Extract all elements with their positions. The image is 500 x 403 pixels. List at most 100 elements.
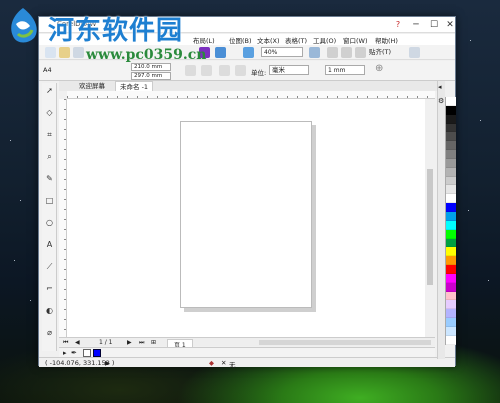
palette-swatch[interactable] bbox=[446, 220, 456, 230]
zoom-level-select[interactable]: 40% bbox=[261, 47, 303, 57]
palette-swatch[interactable] bbox=[446, 211, 456, 221]
menu-table[interactable]: 表格(T) bbox=[285, 35, 307, 45]
portrait-icon[interactable] bbox=[185, 65, 196, 76]
menu-window[interactable]: 窗口(W) bbox=[343, 35, 368, 45]
menu-text[interactable]: 文本(X) bbox=[257, 35, 280, 45]
document-page[interactable] bbox=[180, 121, 312, 308]
palette-swatch[interactable] bbox=[446, 326, 456, 336]
options-icon[interactable] bbox=[409, 47, 420, 58]
add-page-icon[interactable]: ⊞ bbox=[151, 339, 156, 346]
zoom-icon[interactable] bbox=[309, 47, 320, 58]
palette-swatch[interactable] bbox=[446, 229, 456, 239]
no-color-swatch[interactable] bbox=[83, 349, 91, 357]
fullscreen-preview-icon[interactable] bbox=[243, 47, 254, 58]
document-tabs: 欢迎屏幕 未命名 -1 bbox=[59, 81, 439, 91]
tab-welcome-screen[interactable]: 欢迎屏幕 bbox=[75, 81, 109, 91]
vertical-scrollbar[interactable] bbox=[425, 99, 435, 337]
palette-swatch[interactable] bbox=[446, 265, 456, 274]
menu-bitmap[interactable]: 位图(B) bbox=[229, 35, 252, 45]
palette-swatch[interactable] bbox=[446, 185, 456, 195]
palette-swatch[interactable] bbox=[446, 273, 456, 283]
page-height-field[interactable]: 297.0 mm bbox=[131, 72, 171, 80]
shadow-tool-icon[interactable]: ◐ bbox=[44, 305, 55, 316]
open-icon[interactable] bbox=[59, 47, 70, 58]
palette-swatch[interactable] bbox=[446, 123, 456, 133]
snap-to-menu[interactable]: 贴齐(T) bbox=[369, 46, 391, 58]
page-size-select[interactable]: A4 bbox=[43, 66, 52, 74]
page-navigator: ⏮ ◀ 1 / 1 ▶ ⏭ ⊞ 页 1 bbox=[59, 337, 435, 350]
palette-swatch[interactable] bbox=[446, 335, 456, 345]
horizontal-scrollbar[interactable] bbox=[259, 340, 431, 345]
minimize-button[interactable]: ─ bbox=[407, 17, 425, 33]
docker-strip: ◂ ⚙ bbox=[437, 81, 445, 359]
menu-layout[interactable]: 布局(L) bbox=[193, 35, 215, 45]
eyedropper-tool-icon[interactable]: ⌀ bbox=[44, 327, 55, 338]
help-icon[interactable]: ? bbox=[389, 17, 407, 33]
units-label: 单位: bbox=[251, 69, 267, 77]
current-page-icon[interactable] bbox=[235, 65, 246, 76]
add-preset-icon[interactable]: ⊕ bbox=[375, 63, 383, 74]
vertical-scroll-thumb[interactable] bbox=[427, 169, 433, 285]
page-count: 1 / 1 bbox=[99, 339, 113, 346]
first-page-icon[interactable]: ⏮ bbox=[63, 339, 68, 347]
palette-swatch[interactable] bbox=[446, 132, 456, 142]
watermark-url: www.pc0359.cn bbox=[86, 47, 207, 63]
show-rulers-icon[interactable] bbox=[327, 47, 338, 58]
drawing-canvas[interactable] bbox=[67, 99, 425, 337]
docker-collapse-icon[interactable]: ◂ bbox=[438, 83, 442, 91]
pick-tool-icon[interactable]: ➚ bbox=[44, 85, 55, 96]
new-icon[interactable] bbox=[45, 47, 56, 58]
show-grid-icon[interactable] bbox=[341, 47, 352, 58]
freehand-tool-icon[interactable]: ✎ bbox=[44, 173, 55, 184]
units-select[interactable]: 毫米 bbox=[269, 65, 309, 75]
palette-swatch[interactable] bbox=[446, 150, 456, 159]
palette-swatch[interactable] bbox=[446, 158, 456, 168]
menu-tools[interactable]: 工具(O) bbox=[313, 35, 336, 45]
dimension-tool-icon[interactable]: ⟋ bbox=[44, 261, 55, 272]
palette-swatch[interactable] bbox=[446, 247, 456, 257]
palette-swatch[interactable] bbox=[446, 167, 456, 177]
palette-swatch[interactable] bbox=[446, 114, 456, 124]
eyedropper-icon[interactable]: ✒ bbox=[71, 349, 77, 357]
palette-swatch[interactable] bbox=[446, 291, 456, 301]
palette-swatch[interactable] bbox=[446, 194, 456, 204]
status-arrow-icon[interactable]: ▶ bbox=[105, 359, 110, 367]
ellipse-tool-icon[interactable]: ○ bbox=[44, 217, 55, 228]
horizontal-ruler bbox=[67, 91, 435, 99]
prev-page-icon[interactable]: ◀ bbox=[75, 339, 80, 346]
palette-swatch[interactable] bbox=[446, 97, 456, 106]
close-button[interactable]: ✕ bbox=[441, 17, 459, 33]
connector-tool-icon[interactable]: ⌐ bbox=[44, 283, 55, 294]
page-width-field[interactable]: 210.0 mm bbox=[131, 63, 171, 71]
last-page-icon[interactable]: ⏭ bbox=[139, 339, 144, 347]
palette-swatch[interactable] bbox=[446, 176, 456, 186]
palette-swatch[interactable] bbox=[446, 203, 456, 212]
palette-swatch[interactable] bbox=[446, 141, 456, 151]
crop-tool-icon[interactable]: ⌗ bbox=[44, 129, 55, 140]
next-page-icon[interactable]: ▶ bbox=[127, 339, 132, 346]
menu-help[interactable]: 帮助(H) bbox=[375, 35, 398, 45]
fill-status-label: 无 bbox=[229, 361, 236, 369]
palette-swatch[interactable] bbox=[446, 300, 456, 310]
palette-swatch[interactable] bbox=[446, 309, 456, 319]
app-window: CorelDRAW ? ─ ☐ ✕ 布局(L) 位图(B) 文本(X) 表格(T… bbox=[38, 16, 459, 369]
zoom-tool-icon[interactable]: ⌕ bbox=[44, 151, 55, 162]
docker-settings-icon[interactable]: ⚙ bbox=[438, 97, 444, 105]
save-icon[interactable] bbox=[73, 47, 84, 58]
tab-untitled-1[interactable]: 未命名 -1 bbox=[115, 81, 154, 91]
blue-swatch[interactable] bbox=[93, 349, 101, 357]
rectangle-tool-icon[interactable]: □ bbox=[44, 195, 55, 206]
palette-swatch[interactable] bbox=[446, 318, 456, 327]
show-guides-icon[interactable] bbox=[355, 47, 366, 58]
palette-swatch[interactable] bbox=[446, 238, 456, 248]
palette-swatch[interactable] bbox=[446, 256, 456, 266]
all-pages-icon[interactable] bbox=[219, 65, 230, 76]
shape-tool-icon[interactable]: ◇ bbox=[44, 107, 55, 118]
palette-swatch[interactable] bbox=[446, 282, 456, 292]
palette-swatch[interactable] bbox=[446, 105, 456, 115]
app-launcher-icon[interactable] bbox=[215, 47, 226, 58]
text-tool-icon[interactable]: A bbox=[44, 239, 55, 250]
landscape-icon[interactable] bbox=[201, 65, 212, 76]
palette-arrow-icon[interactable]: ▸ bbox=[63, 349, 67, 357]
nudge-distance-field[interactable]: 1 mm bbox=[325, 65, 365, 75]
